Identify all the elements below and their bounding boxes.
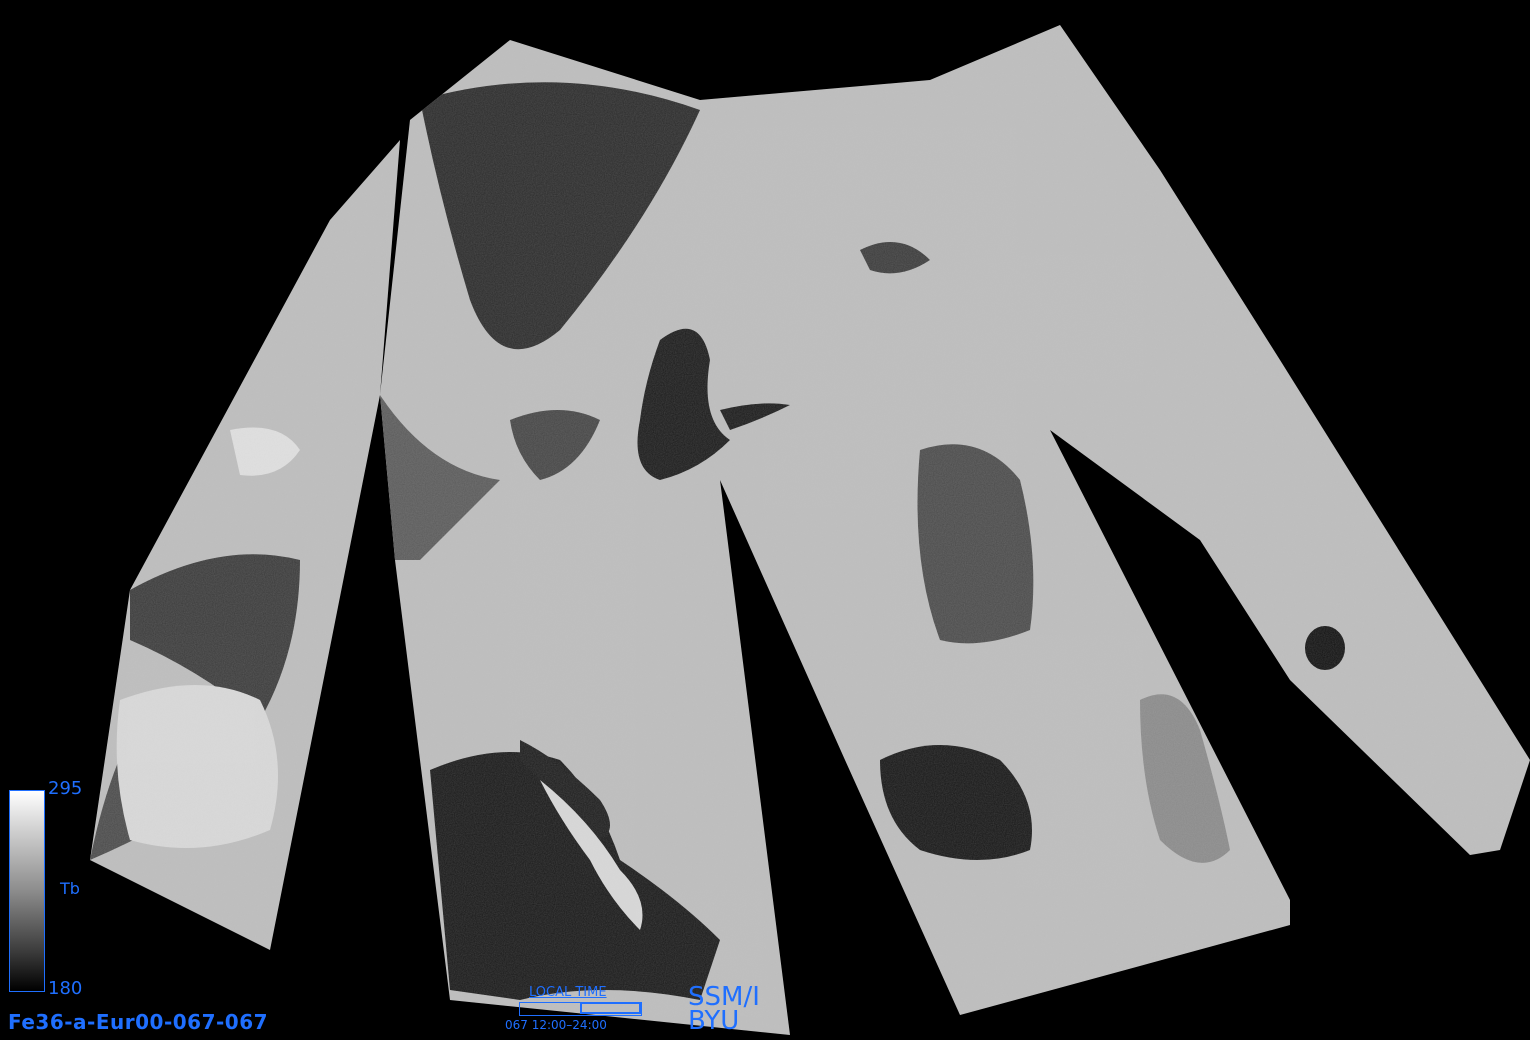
organization-label: BYU (688, 1006, 740, 1036)
local-time-window-indicator (580, 1002, 641, 1014)
product-id-label: Fe36-a-Eur00-067-067 (8, 1010, 269, 1034)
colorbar-variable-label: Tb (60, 879, 80, 898)
colorbar-max-label: 295 (48, 778, 83, 799)
colorbar-gradient (9, 790, 45, 992)
local-time-range: 067 12:00–24:00 (505, 1018, 607, 1032)
local-time-bar (519, 1002, 642, 1016)
colorbar-min-label: 180 (48, 978, 83, 999)
local-time-label: LOCAL TIME (529, 985, 607, 1000)
brightness-temperature-map (90, 25, 1530, 1035)
